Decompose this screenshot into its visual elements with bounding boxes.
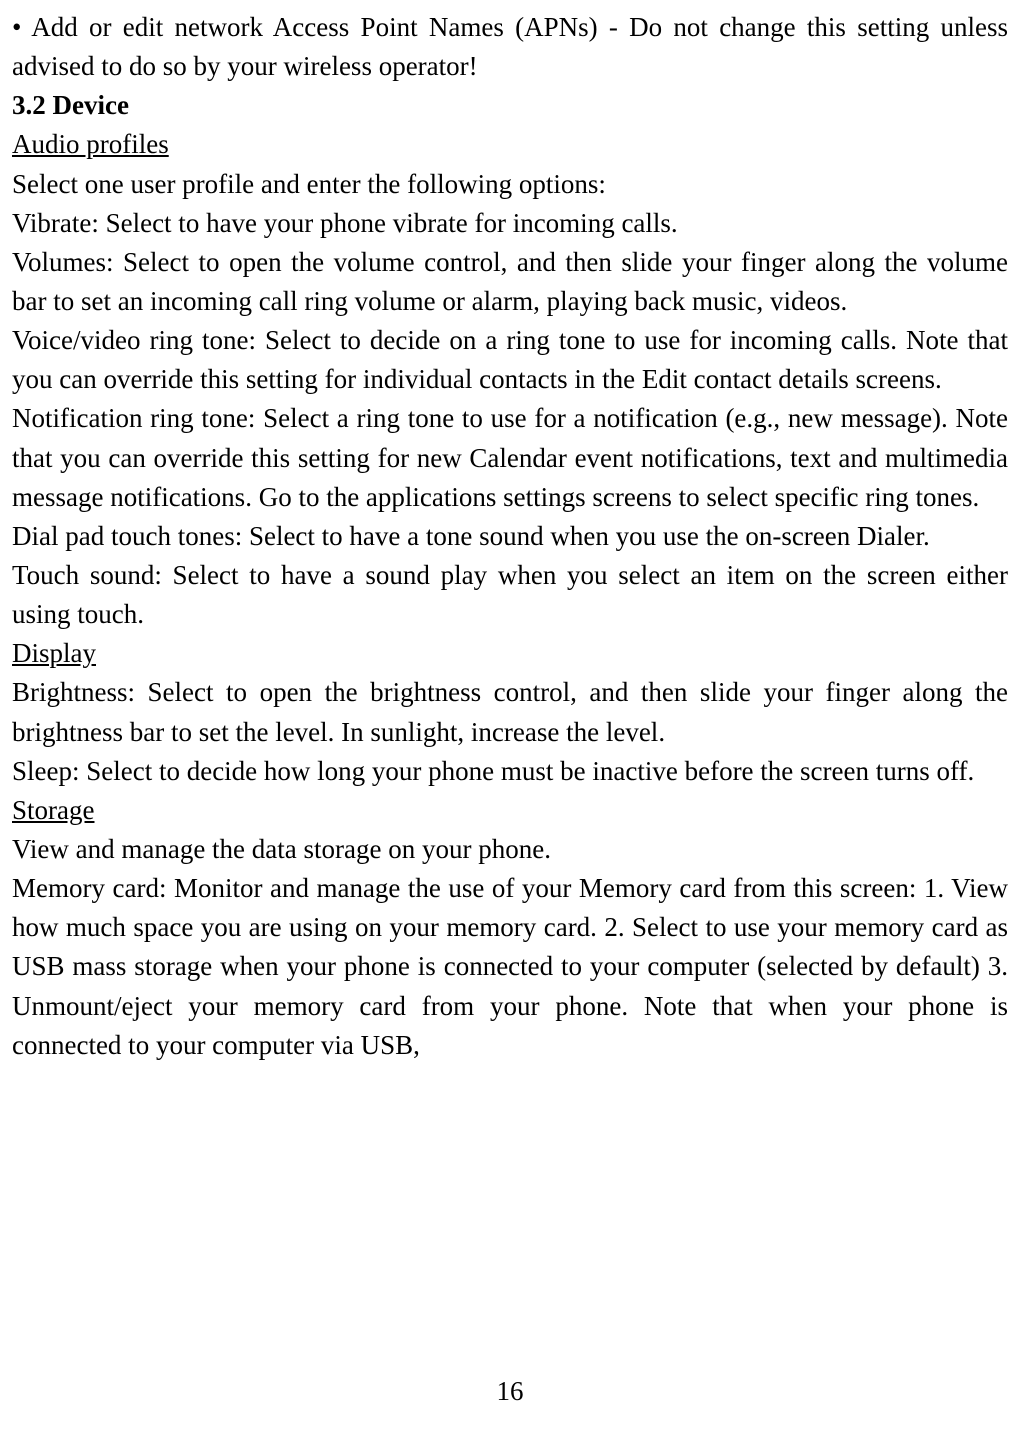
storage-heading: Storage <box>12 791 1008 830</box>
touch-sound-text: Touch sound: Select to have a sound play… <box>12 556 1008 634</box>
brightness-text: Brightness: Select to open the brightnes… <box>12 673 1008 751</box>
audio-profiles-heading: Audio profiles <box>12 125 1008 164</box>
vibrate-text: Vibrate: Select to have your phone vibra… <box>12 204 1008 243</box>
volumes-text: Volumes: Select to open the volume contr… <box>12 243 1008 321</box>
page-number: 16 <box>0 1372 1020 1411</box>
storage-intro-text: View and manage the data storage on your… <box>12 830 1008 869</box>
section-heading: 3.2 Device <box>12 86 1008 125</box>
document-body: • Add or edit network Access Point Names… <box>12 8 1008 1065</box>
audio-profiles-intro: Select one user profile and enter the fo… <box>12 165 1008 204</box>
voice-video-ringtone-text: Voice/video ring tone: Select to decide … <box>12 321 1008 399</box>
sleep-text: Sleep: Select to decide how long your ph… <box>12 752 1008 791</box>
display-heading: Display <box>12 634 1008 673</box>
notification-ringtone-text: Notification ring tone: Select a ring to… <box>12 399 1008 516</box>
dial-pad-tones-text: Dial pad touch tones: Select to have a t… <box>12 517 1008 556</box>
memory-card-text: Memory card: Monitor and manage the use … <box>12 869 1008 1065</box>
apn-note-text: • Add or edit network Access Point Names… <box>12 8 1008 86</box>
